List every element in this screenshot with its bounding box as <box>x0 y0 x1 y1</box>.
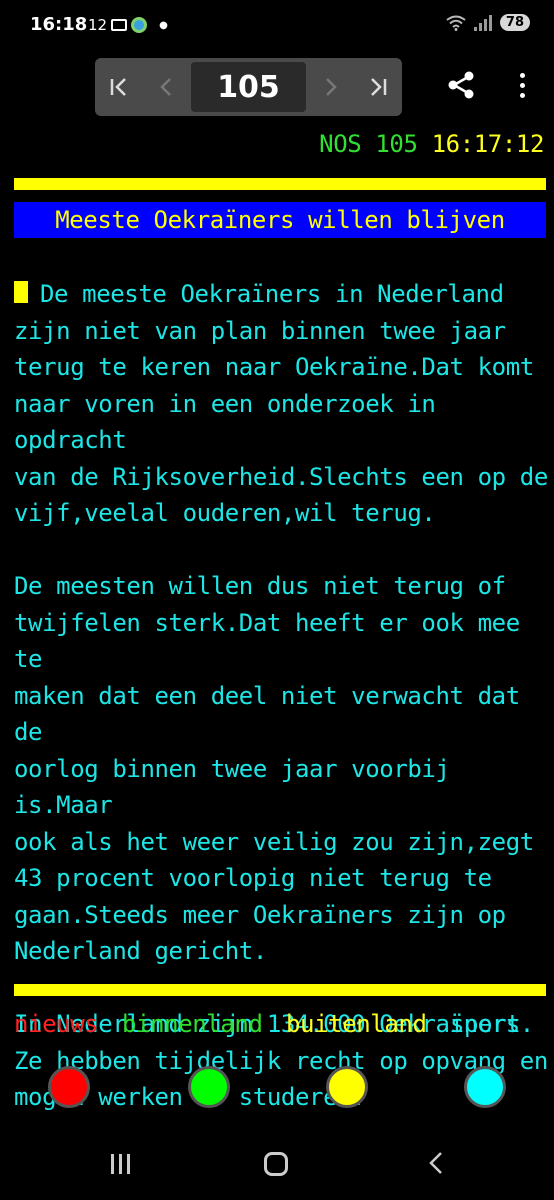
recent-apps-icon[interactable] <box>111 1154 130 1174</box>
previous-page-button[interactable] <box>143 58 191 116</box>
next-page-icon <box>326 78 337 96</box>
notification-count: 12 <box>88 16 108 34</box>
body-line: naar voren in een onderzoek in opdracht <box>14 389 450 455</box>
back-icon[interactable] <box>424 1150 450 1176</box>
header-source: NOS 105 <box>319 130 418 158</box>
body-line: oorlog binnen twee jaar voorbij is.Maar <box>14 754 464 820</box>
bottom-divider <box>14 984 546 996</box>
next-page-button[interactable] <box>306 58 354 116</box>
green-button[interactable] <box>188 1066 230 1108</box>
body-line: Ze hebben tijdelijk recht op opvang en <box>14 1046 548 1075</box>
body-line: De meeste Oekraïners in Nederland <box>40 280 504 308</box>
first-page-icon <box>110 78 126 96</box>
share-button[interactable] <box>444 68 478 102</box>
body-line: gaan.Steeds meer Oekraïners zijn op <box>14 900 506 929</box>
battery-badge: 78 <box>499 14 530 31</box>
header-time: 16:17:12 <box>431 130 545 158</box>
body-line: 43 procent voorlopig niet terug te <box>14 864 492 892</box>
teletext-header: NOS 105 16:17:12 <box>319 130 544 158</box>
body-line: van de Rijksoverheid.Slechts een op de <box>14 462 548 491</box>
last-page-icon <box>371 78 387 96</box>
page-number-input[interactable]: 105 <box>191 62 306 112</box>
red-button[interactable] <box>48 1066 90 1108</box>
top-divider <box>14 178 546 190</box>
browser-icon <box>131 17 148 33</box>
cursor-block <box>14 281 28 303</box>
wifi-icon <box>446 15 466 31</box>
body-line: maken dat een deel niet verwacht dat de <box>14 681 534 747</box>
body-line: Nederland gericht. <box>14 937 267 965</box>
status-time: 16:18 <box>30 14 88 35</box>
previous-page-icon <box>160 78 171 96</box>
yellow-button[interactable] <box>326 1066 368 1108</box>
body-line: twijfelen sterk.Dat heeft er ook mee te <box>14 608 534 674</box>
body-line: ook als het weer veilig zou zijn,zegt <box>14 827 534 856</box>
body-line: terug te keren naar Oekraïne.Dat komt <box>14 353 534 381</box>
body-line: vijf,veelal ouderen,wil terug. <box>14 499 436 527</box>
status-bar: 16:18 12 ● 78 <box>0 0 554 52</box>
last-page-button[interactable] <box>354 58 402 116</box>
fastext-binnenland-link[interactable]: binnenland <box>122 1010 263 1038</box>
share-icon <box>448 71 474 99</box>
more-notifications-dot-icon: ● <box>159 19 168 31</box>
signal-icon <box>473 14 492 31</box>
notification-icons: 12 ● <box>88 16 168 34</box>
page-navigator: 105 <box>95 58 402 116</box>
mail-icon <box>111 19 128 31</box>
body-line: zijn niet van plan binnen twee jaar <box>14 316 506 345</box>
more-vert-icon[interactable] <box>512 68 532 102</box>
fastext-nieuws-link[interactable]: nieuws <box>14 1010 99 1038</box>
headline: Meeste Oekraïners willen blijven <box>14 202 546 238</box>
first-page-button[interactable] <box>95 58 143 116</box>
fastext-sport-link[interactable]: sport <box>450 1010 521 1038</box>
fastext-buitenland-link[interactable]: buitenland <box>286 1010 427 1038</box>
cyan-button[interactable] <box>464 1066 506 1108</box>
system-navigation-bar <box>0 1146 554 1186</box>
body-line: De meesten willen dus niet terug of <box>14 572 506 600</box>
home-icon[interactable] <box>264 1152 288 1176</box>
